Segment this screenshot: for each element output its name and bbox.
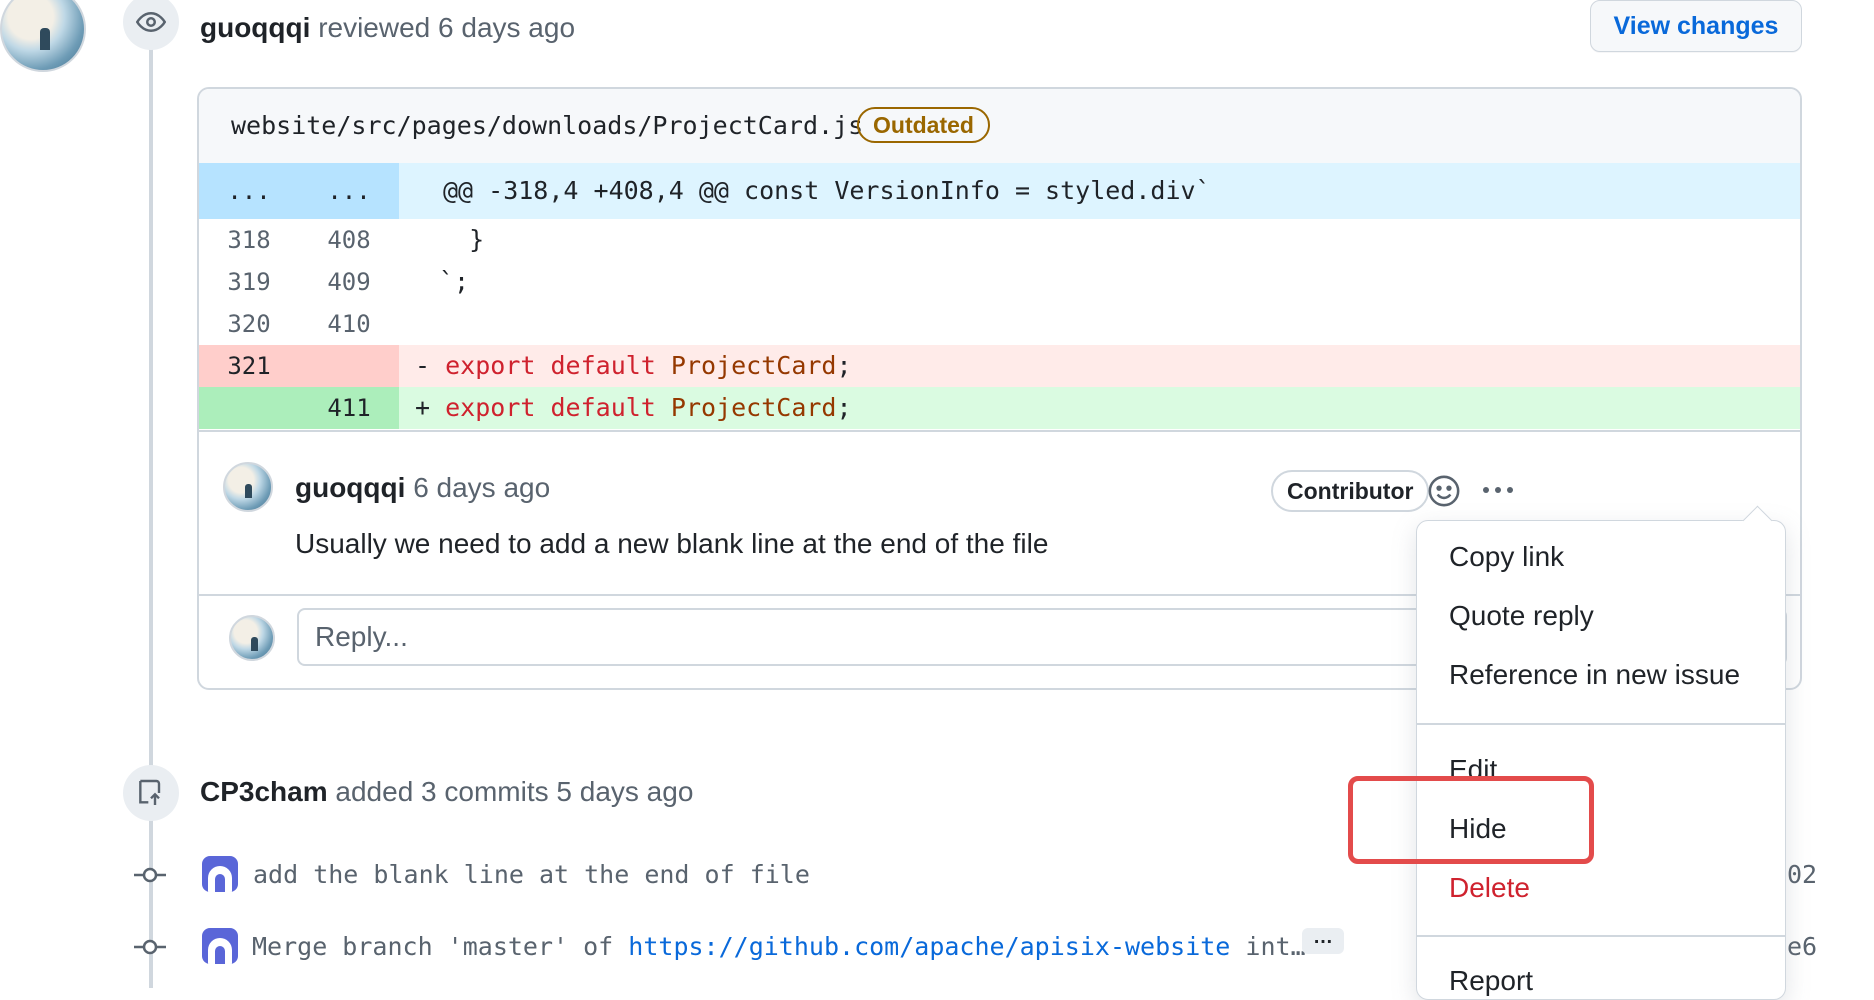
old-line-number[interactable]: 320 [199, 303, 299, 345]
diff-row: 318 408 } [199, 219, 1800, 261]
hide-highlight-annotation [1348, 776, 1594, 864]
commit-node-icon [134, 939, 166, 955]
file-path[interactable]: website/src/pages/downloads/ProjectCard.… [231, 111, 863, 140]
file-header: website/src/pages/downloads/ProjectCard.… [199, 89, 1800, 163]
commit-author-avatar[interactable] [202, 856, 238, 892]
deleted-line-row: 321 - export default ProjectCard; [199, 345, 1800, 387]
new-line-number[interactable]: 409 [299, 261, 399, 303]
contributor-badge: Contributor [1271, 470, 1430, 512]
current-user-avatar [229, 615, 275, 661]
commit-sha-link[interactable]: e6 [1787, 932, 1817, 961]
review-eye-badge [123, 0, 179, 50]
new-line-number[interactable]: 408 [299, 219, 399, 261]
menu-divider [1417, 723, 1785, 725]
old-line-number[interactable]: 318 [199, 219, 299, 261]
new-line-number[interactable]: 410 [299, 303, 399, 345]
added-line-row: 411 + export default ProjectCard; [199, 387, 1800, 429]
menu-item-delete[interactable]: Delete [1449, 872, 1530, 904]
add-reaction-icon[interactable] [1427, 474, 1461, 508]
commit-node-icon [134, 867, 166, 883]
commits-event-header: CP3cham added 3 commits 5 days ago [200, 776, 693, 808]
hunk-header-text: @@ -318,4 +408,4 @@ const VersionInfo = … [443, 176, 1211, 205]
comment-author-link[interactable]: guoqqqi [295, 472, 405, 503]
expand-commit-message-button[interactable]: … [1302, 927, 1344, 954]
reviewer-avatar[interactable] [0, 0, 86, 72]
menu-item-copy-link[interactable]: Copy link [1449, 541, 1564, 573]
menu-divider [1417, 935, 1785, 937]
commits-action-text: added 3 commits 5 days ago [335, 776, 694, 807]
code-text: + export default ProjectCard; [415, 393, 852, 422]
repo-push-icon [139, 779, 161, 805]
code-text: } [439, 225, 485, 254]
hunk-expand-old[interactable]: ... [199, 163, 299, 219]
comment-options-menu: Copy link Quote reply Reference in new i… [1416, 505, 1786, 1000]
hunk-header-row: ... ... @@ -318,4 +408,4 @@ const Versio… [199, 163, 1800, 219]
comment-author-avatar[interactable] [223, 462, 273, 512]
menu-item-quote-reply[interactable]: Quote reply [1449, 600, 1594, 632]
old-line-number[interactable]: 319 [199, 261, 299, 303]
code-text: `; [439, 267, 470, 296]
menu-item-report[interactable]: Report [1449, 965, 1533, 997]
commit-repo-link[interactable]: https://github.com/apache/apisix-website [628, 932, 1230, 961]
eye-icon [136, 11, 166, 33]
timeline-line [149, 40, 153, 988]
new-line-number[interactable]: 411 [299, 387, 399, 429]
commits-author-link[interactable]: CP3cham [200, 776, 328, 807]
commit-author-avatar[interactable] [202, 928, 238, 964]
comment-timestamp[interactable]: 6 days ago [413, 472, 550, 503]
commit-sha-link[interactable]: 02 [1787, 860, 1817, 889]
commit-message-link[interactable]: add the blank line at the end of file [253, 860, 810, 889]
review-author-link[interactable]: guoqqqi [200, 12, 310, 43]
review-header: guoqqqi reviewed 6 days ago [200, 12, 575, 44]
comment-header: guoqqqi 6 days ago [295, 472, 550, 504]
outdated-badge: Outdated [857, 107, 990, 143]
menu-item-reference-in-new-issue[interactable]: Reference in new issue [1449, 659, 1740, 691]
commit-message-link[interactable]: Merge branch 'master' of https://github.… [252, 932, 1306, 961]
view-changes-button[interactable]: View changes [1590, 0, 1802, 52]
code-text: - export default ProjectCard; [415, 351, 852, 380]
diff-row: 320 410 [199, 303, 1800, 345]
comment-options-kebab-icon[interactable] [1475, 472, 1521, 508]
review-action-text: reviewed 6 days ago [318, 12, 576, 43]
diff-row: 319 409 `; [199, 261, 1800, 303]
commits-event-badge [123, 765, 179, 821]
comment-body: Usually we need to add a new blank line … [295, 528, 1049, 559]
old-line-number[interactable]: 321 [199, 345, 299, 387]
hunk-expand-new[interactable]: ... [299, 163, 399, 219]
